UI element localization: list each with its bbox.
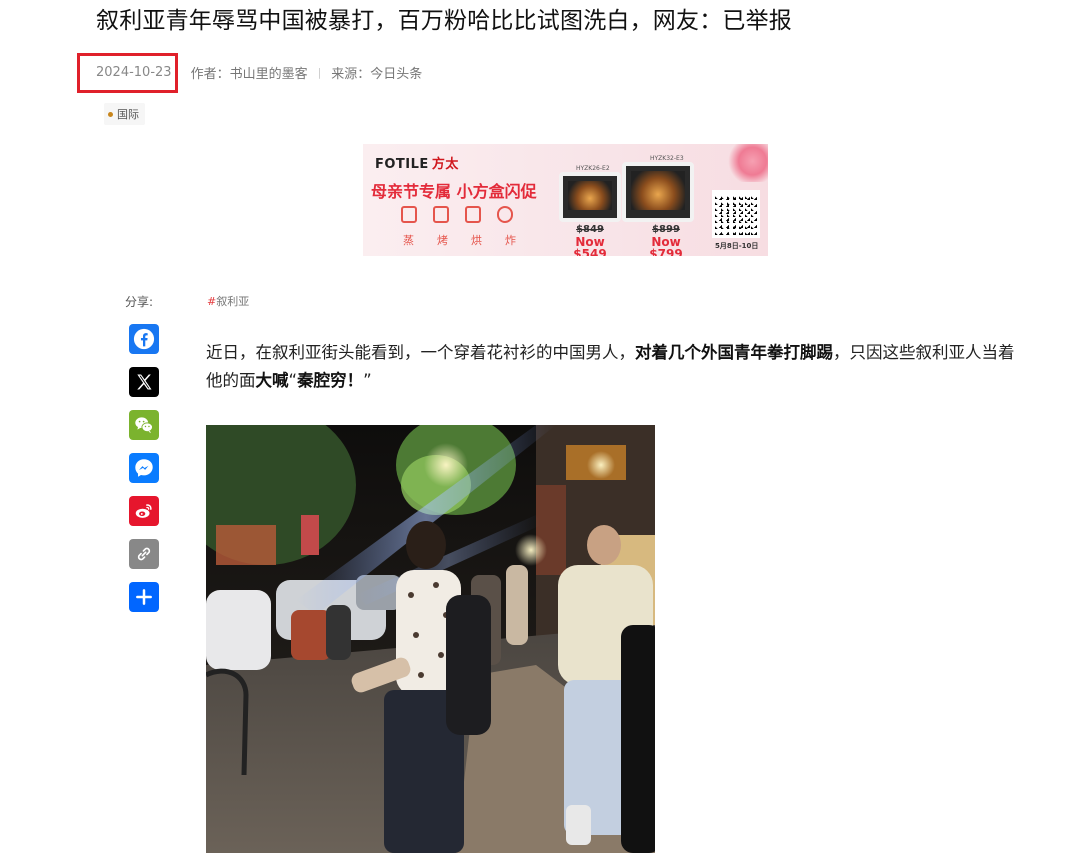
- share-facebook-button[interactable]: [129, 324, 159, 354]
- paragraph-bold: 对着几个外国青年拳打脚踢: [635, 343, 833, 362]
- wechat-icon: [135, 417, 153, 434]
- ad-feature-label: 烤: [437, 234, 448, 247]
- weibo-icon: [135, 504, 152, 518]
- date-highlight-box: [77, 53, 178, 93]
- x-icon: [137, 374, 152, 390]
- share-more-button[interactable]: [129, 582, 159, 612]
- paragraph-text: “: [288, 371, 298, 390]
- ad-slogan: 母亲节专属 小方盒闪促: [371, 182, 537, 201]
- paragraph-text: ”: [363, 371, 372, 390]
- ad-feature-icons: [401, 206, 513, 223]
- ad-feature-label: 蒸: [403, 234, 414, 247]
- ad-brand: FOTILE 方太: [375, 153, 459, 172]
- ad-price: $899 Now $799: [633, 224, 699, 256]
- article-tag[interactable]: #叙利亚: [207, 293, 249, 309]
- airfry-icon: [497, 206, 513, 223]
- share-x-button[interactable]: [129, 367, 159, 397]
- paragraph-text: 近日，在叙利亚街头能看到，一个穿着花衬衫的中国男人，: [206, 343, 635, 362]
- tag-label: 叙利亚: [216, 295, 250, 308]
- ad-brand-en: FOTILE: [375, 157, 429, 172]
- ad-feature-labels: 蒸 烤 烘 炸: [403, 232, 516, 248]
- share-weibo-button[interactable]: [129, 496, 159, 526]
- ad-price: $849 Now $549: [559, 224, 621, 256]
- ad-dates: 5月8日-10日: [715, 242, 759, 250]
- article-title: 叙利亚青年辱骂中国被暴打，百万粉哈比比试图洗白，网友：已举报: [96, 8, 792, 34]
- steam-icon: [401, 206, 417, 223]
- paragraph-bold: 大喊: [255, 371, 289, 390]
- roast-icon: [433, 206, 449, 223]
- share-copy-link-button[interactable]: [129, 539, 159, 569]
- plus-share-icon: [136, 589, 152, 605]
- category-label: 国际: [117, 108, 139, 121]
- meta-divider: |: [317, 65, 322, 79]
- article-source: 来源：今日头条: [331, 66, 423, 82]
- oven-image: [622, 162, 694, 222]
- bake-icon: [465, 206, 481, 223]
- ad-brand-cn: 方太: [431, 157, 459, 172]
- qr-code: [712, 190, 760, 238]
- oven-image: [559, 172, 621, 222]
- link-icon: [137, 547, 151, 561]
- author-name[interactable]: 作者：书山里的墨客: [191, 63, 308, 82]
- carnation-flower-icon: [725, 144, 768, 182]
- sale-price: Now $549: [573, 235, 607, 256]
- share-wechat-button[interactable]: [129, 410, 159, 440]
- facebook-icon: [133, 328, 155, 350]
- messenger-icon: [135, 459, 153, 477]
- paragraph-bold: 秦腔穷！: [297, 371, 364, 390]
- street-scene-image: [206, 425, 655, 853]
- sale-price: Now $799: [649, 235, 683, 256]
- article-paragraph: 近日，在叙利亚街头能看到，一个穿着花衬衫的中国男人，对着几个外国青年拳打脚踢，只…: [206, 339, 1026, 395]
- ad-feature-label: 烘: [471, 234, 482, 247]
- oven-model-label: HYZK32-E3: [650, 155, 684, 162]
- oven-model-label: HYZK26-E2: [576, 165, 610, 172]
- share-label: 分享:: [125, 295, 154, 309]
- category-dot-icon: [108, 111, 113, 117]
- share-messenger-button[interactable]: [129, 453, 159, 483]
- category-badge[interactable]: 国际: [104, 103, 145, 125]
- article-photo: [206, 425, 655, 853]
- ad-banner[interactable]: FOTILE 方太 母亲节专属 小方盒闪促 蒸 烤 烘 炸 HYZK26-E2 H…: [363, 144, 768, 256]
- ad-feature-label: 炸: [505, 234, 516, 247]
- tag-hash-icon: #: [207, 295, 217, 308]
